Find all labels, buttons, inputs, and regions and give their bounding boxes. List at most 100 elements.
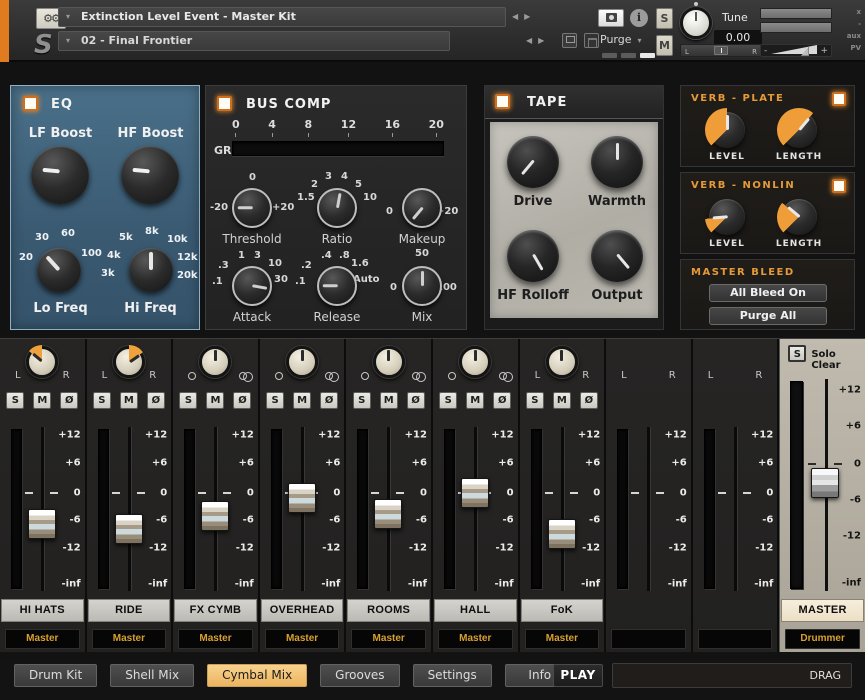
solo-button[interactable]: S bbox=[266, 392, 284, 409]
purge-menu[interactable]: Purge▾ bbox=[600, 33, 642, 46]
mute-button[interactable]: M bbox=[380, 392, 398, 409]
master-route-selector[interactable]: Drummer bbox=[785, 629, 860, 649]
solo-button[interactable]: S bbox=[179, 392, 197, 409]
attack-knob[interactable] bbox=[232, 266, 272, 306]
channel-route-selector[interactable] bbox=[611, 629, 686, 649]
instrument-title-bar[interactable]: ▾ Extinction Level Event - Master Kit bbox=[58, 7, 506, 27]
purge-all-button[interactable]: Purge All bbox=[709, 307, 827, 325]
volume-plus[interactable]: + bbox=[820, 46, 828, 56]
delete-icon[interactable] bbox=[584, 33, 599, 48]
verb-plate-level-knob[interactable] bbox=[709, 112, 745, 148]
pan-knob[interactable] bbox=[113, 346, 145, 378]
tab-settings[interactable]: Settings bbox=[413, 664, 492, 687]
solo-button[interactable]: S bbox=[526, 392, 544, 409]
hf-rolloff-knob[interactable] bbox=[507, 230, 559, 282]
lf-boost-knob[interactable] bbox=[31, 146, 89, 204]
verb-nonlin-length-knob[interactable] bbox=[781, 199, 817, 235]
drive-knob[interactable] bbox=[507, 136, 559, 188]
all-bleed-on-button[interactable]: All Bleed On bbox=[709, 284, 827, 302]
fader-handle[interactable] bbox=[201, 501, 229, 531]
solo-button[interactable]: S bbox=[6, 392, 24, 409]
solo-button[interactable]: S bbox=[656, 8, 673, 29]
phase-button[interactable]: Ø bbox=[320, 392, 338, 409]
fader-track[interactable] bbox=[561, 427, 564, 591]
fader-handle[interactable] bbox=[548, 519, 576, 549]
fader-handle[interactable] bbox=[115, 514, 143, 544]
hi-freq-knob[interactable] bbox=[129, 248, 173, 292]
volume-minus[interactable]: - bbox=[764, 46, 767, 56]
channel-route-selector[interactable]: Master bbox=[5, 629, 80, 649]
mute-button[interactable]: M bbox=[206, 392, 224, 409]
pan-knob[interactable] bbox=[199, 346, 231, 378]
mute-button[interactable]: M bbox=[293, 392, 311, 409]
info-icon[interactable]: i bbox=[630, 9, 648, 27]
phase-button[interactable]: Ø bbox=[233, 392, 251, 409]
mute-button[interactable]: M bbox=[120, 392, 138, 409]
channel-route-selector[interactable] bbox=[698, 629, 773, 649]
mix-knob[interactable] bbox=[402, 266, 442, 306]
channel-route-selector[interactable]: Master bbox=[525, 629, 600, 649]
mute-button[interactable]: M bbox=[656, 35, 673, 56]
fader-track[interactable] bbox=[474, 427, 477, 591]
fader-handle[interactable] bbox=[374, 499, 402, 529]
instrument-nav-arrows[interactable]: ◀▶ bbox=[512, 12, 536, 21]
fader-handle[interactable] bbox=[28, 509, 56, 539]
verb-nonlin-enable-checkbox[interactable] bbox=[832, 179, 846, 193]
save-icon[interactable] bbox=[562, 33, 577, 48]
hf-boost-knob[interactable] bbox=[121, 146, 179, 204]
makeup-knob[interactable] bbox=[402, 188, 442, 228]
mute-button[interactable]: M bbox=[466, 392, 484, 409]
tab-drum-kit[interactable]: Drum Kit bbox=[14, 664, 97, 687]
phase-button[interactable]: Ø bbox=[147, 392, 165, 409]
solo-clear-label[interactable]: Solo Clear bbox=[811, 349, 865, 371]
channel-route-selector[interactable]: Master bbox=[265, 629, 340, 649]
pan-slider[interactable]: L R bbox=[680, 44, 762, 57]
fader-handle[interactable] bbox=[461, 478, 489, 508]
warmth-knob[interactable] bbox=[591, 136, 643, 188]
solo-button[interactable]: S bbox=[439, 392, 457, 409]
verb-nonlin-level-knob[interactable] bbox=[709, 199, 745, 235]
phase-button[interactable]: Ø bbox=[407, 392, 425, 409]
mute-button[interactable]: M bbox=[553, 392, 571, 409]
tape-enable-checkbox[interactable] bbox=[495, 94, 510, 109]
eq-enable-checkbox[interactable] bbox=[23, 96, 38, 111]
phase-button[interactable]: Ø bbox=[493, 392, 511, 409]
threshold-knob[interactable] bbox=[232, 188, 272, 228]
pan-knob[interactable] bbox=[373, 346, 405, 378]
bus-comp-enable-checkbox[interactable] bbox=[217, 96, 232, 111]
fader-handle[interactable] bbox=[288, 483, 316, 513]
pan-grip[interactable] bbox=[714, 46, 728, 55]
phase-button[interactable]: Ø bbox=[60, 392, 78, 409]
solo-button[interactable]: S bbox=[353, 392, 371, 409]
lo-freq-knob[interactable] bbox=[37, 248, 81, 292]
tab-grooves[interactable]: Grooves bbox=[320, 664, 399, 687]
ratio-knob[interactable] bbox=[317, 188, 357, 228]
tune-knob[interactable] bbox=[680, 7, 712, 39]
verb-plate-enable-checkbox[interactable] bbox=[832, 92, 846, 106]
verb-plate-length-knob[interactable] bbox=[781, 112, 817, 148]
mute-button[interactable]: M bbox=[33, 392, 51, 409]
volume-slider[interactable]: - + bbox=[760, 44, 832, 57]
midi-drag-zone[interactable]: DRAG bbox=[612, 663, 852, 688]
snapshot-nav-arrows[interactable]: ◀▶ bbox=[526, 36, 550, 45]
play-button[interactable]: PLAY bbox=[553, 664, 603, 687]
pan-knob[interactable] bbox=[26, 346, 58, 378]
tab-shell-mix[interactable]: Shell Mix bbox=[110, 664, 194, 687]
phase-button[interactable]: Ø bbox=[580, 392, 598, 409]
master-fader-handle[interactable] bbox=[811, 468, 839, 498]
snapshot-camera-button[interactable] bbox=[598, 9, 624, 27]
channel-route-selector[interactable]: Master bbox=[178, 629, 253, 649]
channel-route-selector[interactable]: Master bbox=[92, 629, 167, 649]
tab-cymbal-mix[interactable]: Cymbal Mix bbox=[207, 664, 307, 687]
pan-knob[interactable] bbox=[459, 346, 491, 378]
release-knob[interactable] bbox=[317, 266, 357, 306]
pan-knob[interactable] bbox=[546, 346, 578, 378]
channel-route-selector[interactable]: Master bbox=[351, 629, 426, 649]
solo-clear-button[interactable]: S bbox=[788, 345, 806, 362]
output-knob[interactable] bbox=[591, 230, 643, 282]
solo-button[interactable]: S bbox=[93, 392, 111, 409]
channel-route-selector[interactable]: Master bbox=[438, 629, 513, 649]
fader-track[interactable] bbox=[128, 427, 131, 591]
pan-knob[interactable] bbox=[286, 346, 318, 378]
snapshot-bar[interactable]: ▾ 02 - Final Frontier bbox=[58, 31, 450, 51]
